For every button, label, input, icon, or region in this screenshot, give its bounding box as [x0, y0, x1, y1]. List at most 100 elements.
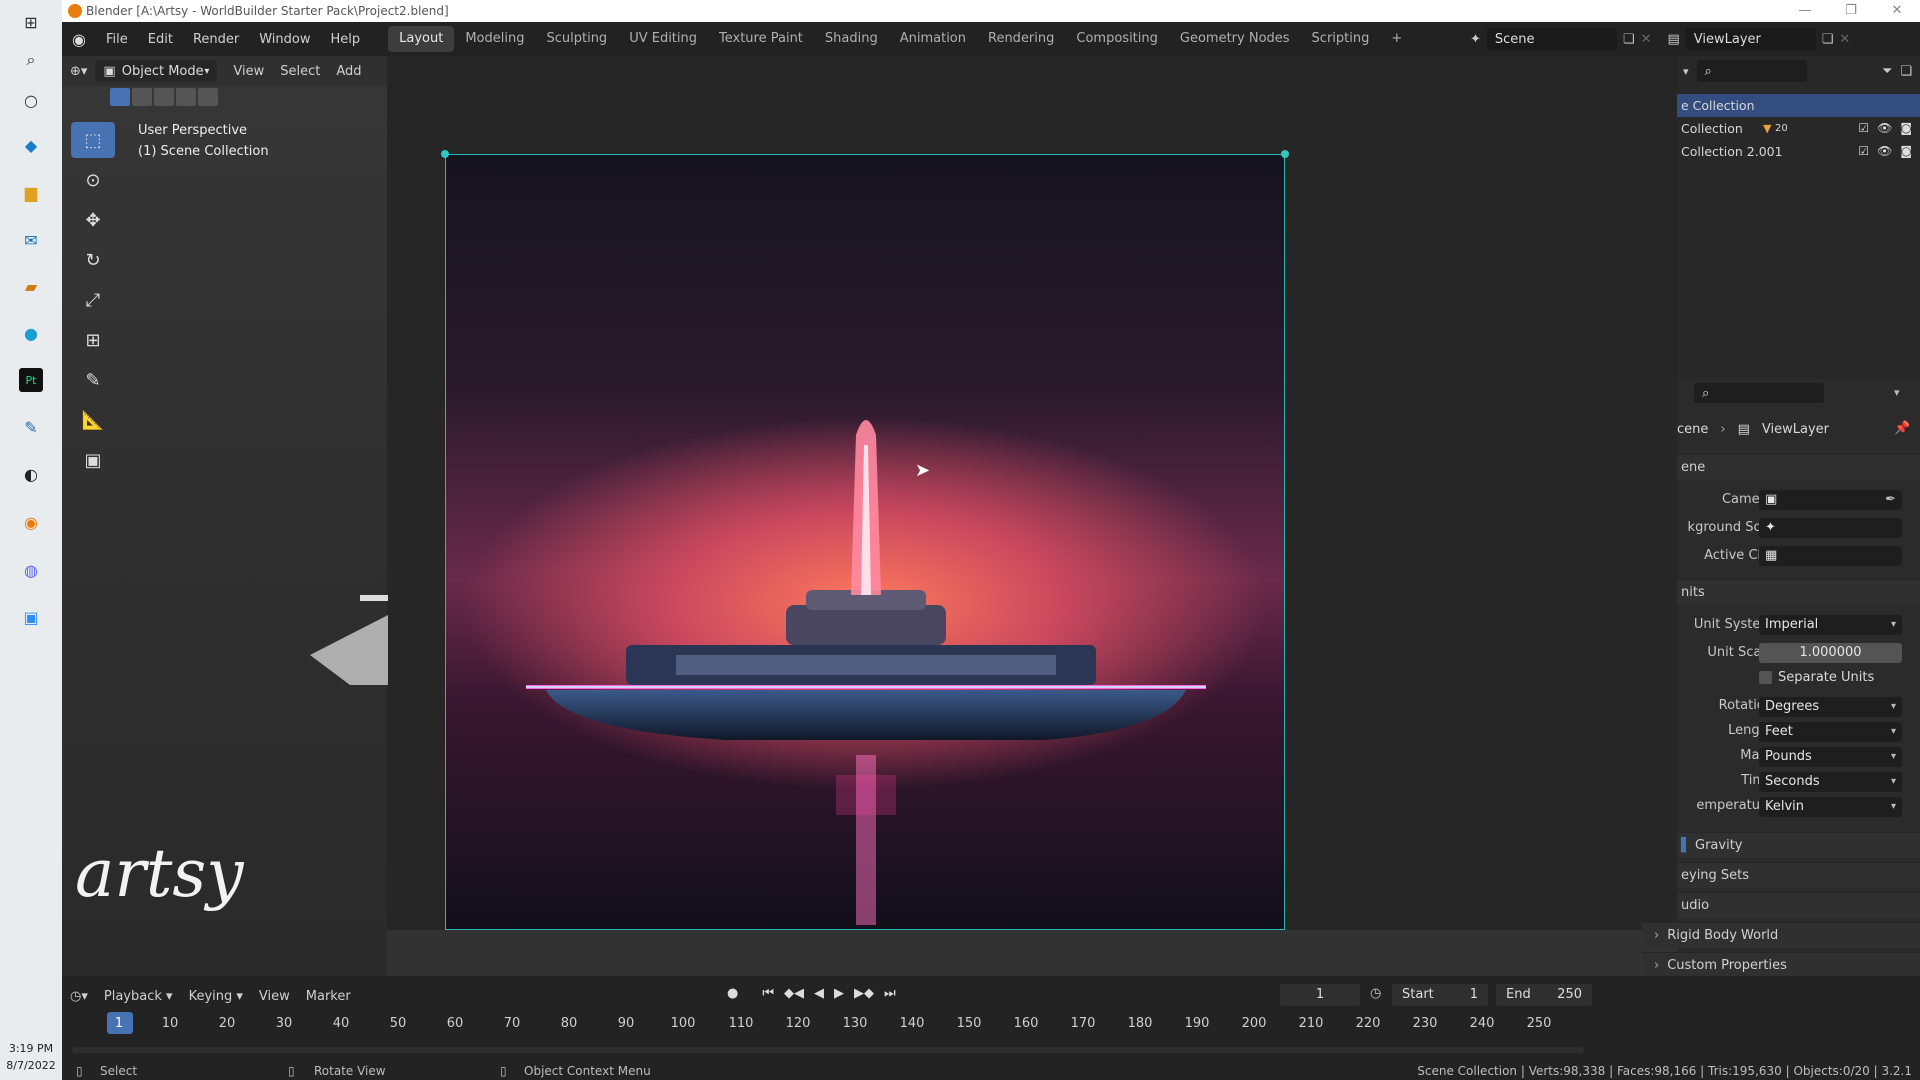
menu-render[interactable]: Render	[183, 32, 249, 47]
jump-end-icon[interactable]: ⏭	[884, 986, 896, 1001]
tab-sculpting[interactable]: Sculpting	[535, 26, 618, 52]
blender-icon[interactable]: ◉	[19, 510, 43, 534]
outliner-row-collection[interactable]: Collection ▼ 20 ☑ 👁 ◙	[1677, 117, 1920, 140]
select-extend-icon[interactable]	[132, 88, 152, 106]
measure-icon[interactable]: 📐	[71, 402, 115, 438]
outliner-search-input[interactable]: ⌕	[1696, 60, 1807, 82]
tab-compositing[interactable]: Compositing	[1065, 26, 1169, 52]
timeline-scrollbar[interactable]	[72, 1047, 1584, 1053]
select-intersect-icon[interactable]	[198, 88, 218, 106]
delete-view-layer-icon[interactable]: ✕	[1839, 32, 1850, 47]
pin-icon[interactable]: 📌	[1894, 421, 1910, 436]
section-units[interactable]: nits	[1677, 579, 1920, 605]
app-icon[interactable]: ◐	[19, 462, 43, 486]
rotation-dropdown[interactable]: Degrees ▾	[1759, 697, 1902, 717]
menu-window[interactable]: Window	[249, 32, 320, 47]
next-keyframe-icon[interactable]: ▶◆	[854, 986, 874, 1001]
chevron-down-icon[interactable]: ▾	[1683, 65, 1689, 78]
section-rigid-body-world[interactable]: › Rigid Body World	[1642, 922, 1920, 948]
app-icon[interactable]: ▰	[19, 274, 43, 298]
menu-playback[interactable]: Playback ▾	[96, 989, 181, 1004]
delete-scene-icon[interactable]: ✕	[1641, 32, 1652, 47]
task-view-icon[interactable]: ○	[19, 88, 43, 112]
tab-shading[interactable]: Shading	[814, 26, 889, 52]
view-layer-selector[interactable]: ViewLayer	[1685, 28, 1816, 50]
eyedropper-icon[interactable]: ✒	[1885, 490, 1896, 510]
maximize-icon[interactable]: ❐	[1828, 0, 1874, 22]
tab-rendering[interactable]: Rendering	[977, 26, 1065, 52]
eye-icon[interactable]: 👁	[1877, 121, 1892, 135]
section-audio[interactable]: udio	[1677, 892, 1920, 918]
tab-geometry-nodes[interactable]: Geometry Nodes	[1169, 26, 1301, 52]
menu-marker[interactable]: Marker	[298, 989, 359, 1004]
image-plane[interactable]	[445, 154, 1285, 930]
close-icon[interactable]: ✕	[1874, 0, 1920, 22]
new-view-layer-icon[interactable]: ❏	[1822, 32, 1834, 47]
menu-file[interactable]: File	[96, 32, 138, 47]
checkbox-icon[interactable]: ▌	[1681, 838, 1691, 853]
new-collection-icon[interactable]: ❏	[1900, 64, 1912, 79]
section-gravity[interactable]: ▌ Gravity	[1677, 832, 1920, 858]
minimize-icon[interactable]: —	[1782, 0, 1828, 22]
move-icon[interactable]: ✥	[71, 202, 115, 238]
mail-icon[interactable]: ✉	[19, 228, 43, 252]
jump-start-icon[interactable]: ⏮	[762, 986, 774, 1001]
tab-scripting[interactable]: Scripting	[1301, 26, 1381, 52]
menu-view[interactable]: View	[225, 64, 272, 79]
prev-keyframe-icon[interactable]: ◆◀	[784, 986, 804, 1001]
rotate-icon[interactable]: ↻	[71, 242, 115, 278]
zoom-icon[interactable]: ▣	[19, 605, 43, 629]
app-icon[interactable]: ✎	[19, 415, 43, 439]
transform-icon[interactable]: ⊞	[71, 322, 115, 358]
chevron-down-icon[interactable]: ▾	[1894, 386, 1900, 399]
scale-icon[interactable]: ⤢	[71, 282, 115, 318]
cursor-icon[interactable]: ⊙	[71, 162, 115, 198]
scene-selector[interactable]: Scene	[1486, 28, 1617, 50]
menu-select[interactable]: Select	[272, 64, 328, 79]
checkbox-icon[interactable]: ☑	[1858, 121, 1869, 135]
section-custom-properties[interactable]: › Custom Properties	[1642, 952, 1920, 978]
filter-icon[interactable]: ⏷	[1882, 64, 1892, 79]
timeline-editor-type-icon[interactable]: ◷▾	[62, 989, 96, 1004]
select-invert-icon[interactable]	[176, 88, 196, 106]
side-object[interactable]	[290, 575, 388, 685]
view-layer-icon[interactable]: ▤	[1667, 32, 1679, 47]
tab-animation[interactable]: Animation	[889, 26, 977, 52]
tab-modeling[interactable]: Modeling	[454, 26, 535, 52]
outliner-row-collection-2[interactable]: Collection 2.001 ☑ 👁 ◙	[1677, 140, 1920, 163]
plane-vertex[interactable]	[1281, 150, 1289, 158]
background-scene-field[interactable]: ✦	[1759, 518, 1902, 538]
camera-icon[interactable]: ◙	[1900, 144, 1912, 158]
select-new-icon[interactable]	[110, 88, 130, 106]
select-box-icon[interactable]: ⬚	[71, 122, 115, 158]
mode-selector[interactable]: ▣ Object Mode ▾	[95, 60, 218, 82]
length-dropdown[interactable]: Feet ▾	[1759, 722, 1902, 742]
stopwatch-icon[interactable]: ◷	[1370, 986, 1381, 1001]
camera-icon[interactable]: ◙	[1900, 121, 1912, 135]
mass-dropdown[interactable]: Pounds ▾	[1759, 747, 1902, 767]
menu-help[interactable]: Help	[321, 32, 371, 47]
active-clip-field[interactable]: ▦	[1759, 546, 1902, 566]
new-scene-icon[interactable]: ❏	[1623, 32, 1635, 47]
temperature-dropdown[interactable]: Kelvin ▾	[1759, 797, 1902, 817]
outliner-row-scene-collection[interactable]: e Collection	[1677, 94, 1920, 117]
section-keying-sets[interactable]: eying Sets	[1677, 862, 1920, 888]
section-scene[interactable]: ene	[1677, 454, 1920, 480]
search-icon[interactable]: ⌕	[19, 48, 43, 72]
unit-system-dropdown[interactable]: Imperial ▾	[1759, 615, 1902, 635]
checkbox-icon[interactable]: ☑	[1858, 144, 1869, 158]
camera-field[interactable]: ▣ ✒	[1759, 490, 1902, 510]
pycharm-icon[interactable]: Pt	[19, 368, 43, 392]
menu-add[interactable]: Add	[328, 64, 369, 79]
start-frame-field[interactable]: Start 1	[1392, 984, 1488, 1006]
editor-type-icon[interactable]: ⊕▾	[62, 64, 95, 79]
add-cube-icon[interactable]: ▣	[71, 442, 115, 478]
app-icon[interactable]: ●	[19, 321, 43, 345]
play-icon[interactable]: ▶	[834, 986, 844, 1001]
windows-start-icon[interactable]: ⊞	[19, 10, 43, 34]
tab-layout[interactable]: Layout	[388, 26, 455, 52]
end-frame-field[interactable]: End 250	[1496, 984, 1592, 1006]
select-subtract-icon[interactable]	[154, 88, 174, 106]
time-dropdown[interactable]: Seconds ▾	[1759, 772, 1902, 792]
scene-icon[interactable]: ✦	[1470, 32, 1481, 47]
